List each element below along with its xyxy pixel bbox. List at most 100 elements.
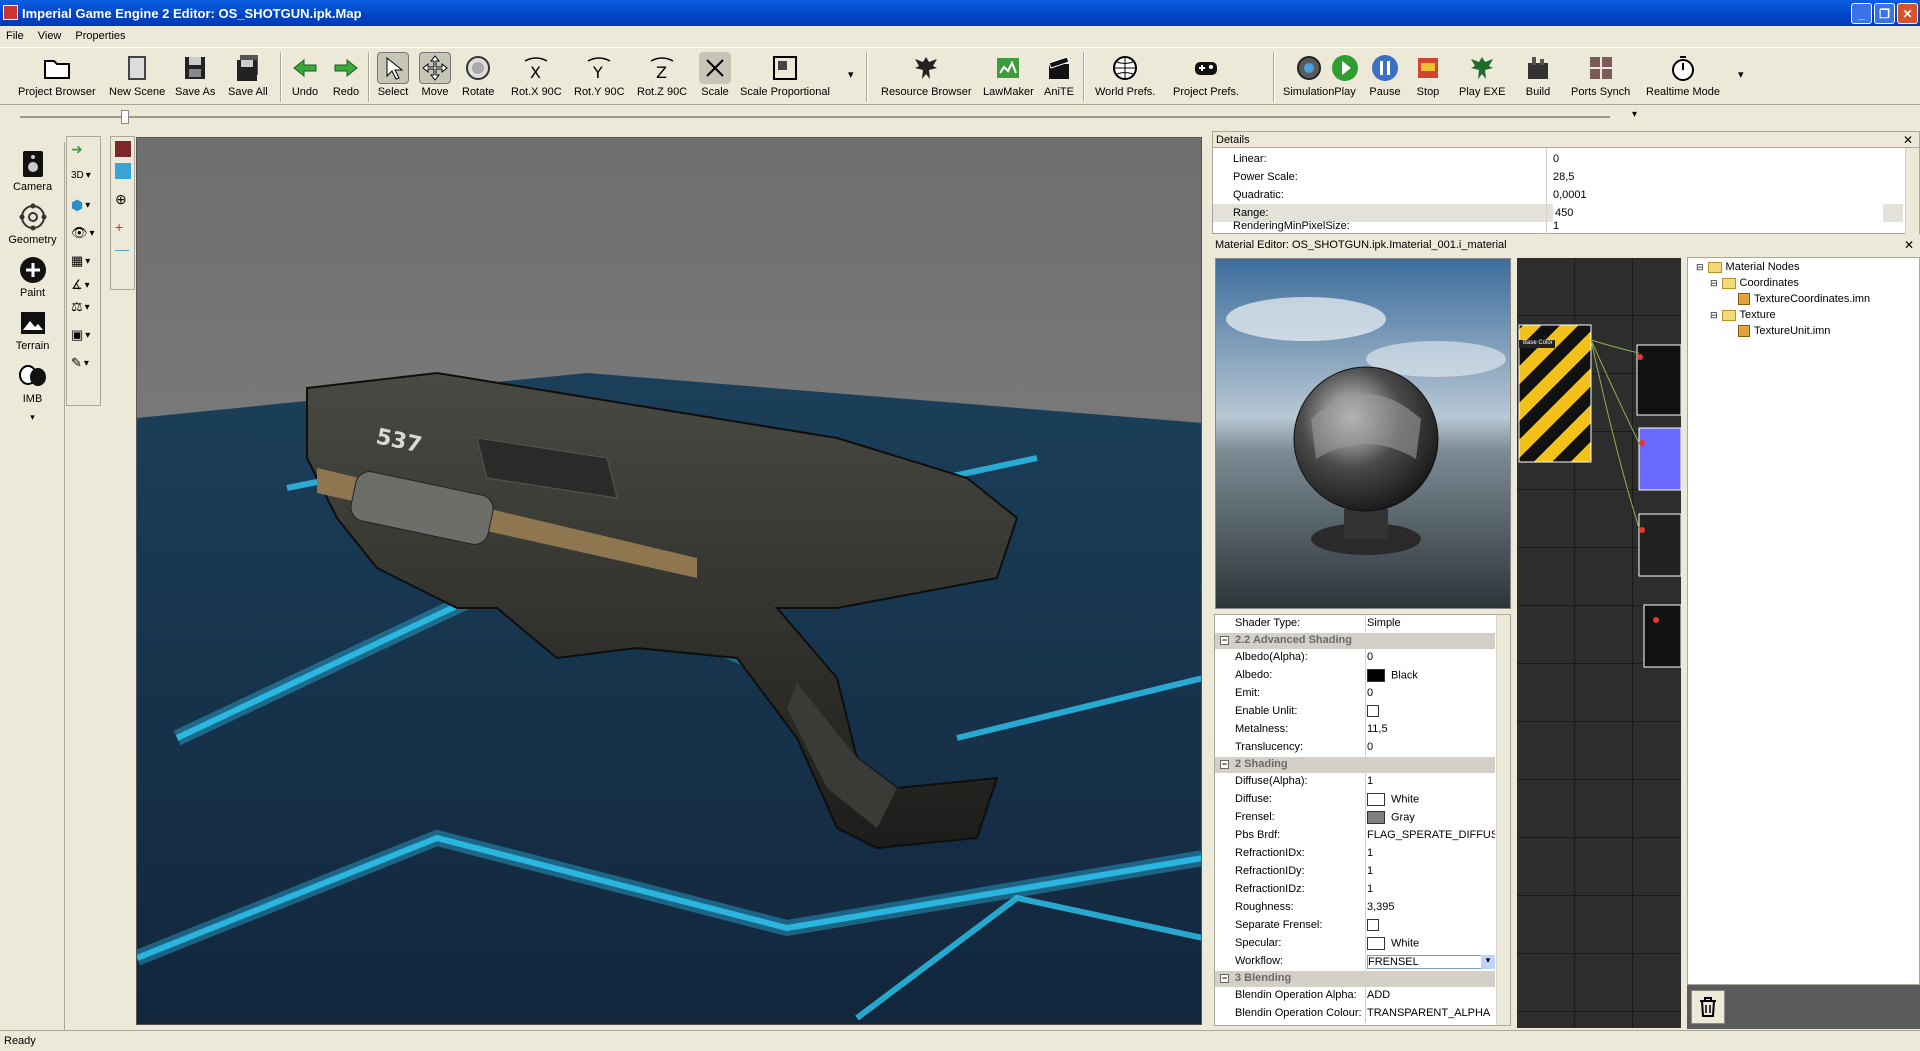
view-mode-select[interactable]: 3D ▾ — [71, 170, 91, 181]
separate-frensel-checkbox[interactable] — [1367, 919, 1379, 931]
group-header[interactable]: −2 Shading — [1215, 757, 1495, 773]
paint-tool[interactable]: Paint — [0, 253, 65, 299]
camera-tool[interactable]: Camera — [0, 147, 65, 193]
property-value[interactable]: 1 — [1367, 865, 1495, 877]
pause-button[interactable]: Pause — [1369, 52, 1401, 98]
details-value[interactable]: 0 — [1553, 150, 1559, 168]
collapse-icon[interactable]: ⊟ — [1710, 278, 1718, 289]
rot-y-button[interactable]: Y Rot.Y 90C — [574, 52, 625, 98]
collapse-icon[interactable]: − — [1220, 974, 1229, 983]
rotate-button[interactable]: Rotate — [462, 52, 494, 98]
range-input[interactable]: 450 — [1553, 204, 1883, 222]
property-value[interactable]: 0 — [1367, 651, 1495, 663]
play-button[interactable]: Play — [1329, 52, 1361, 98]
project-browser-button[interactable]: Project Browser — [18, 52, 96, 98]
image-tool[interactable]: ▣ ▾ — [71, 327, 90, 343]
minus-tool[interactable]: — — [115, 241, 129, 257]
node-graph[interactable]: Base Color — [1517, 258, 1681, 1028]
collapse-icon[interactable]: − — [1220, 760, 1229, 769]
build-button[interactable]: Build — [1522, 52, 1554, 98]
scale-button[interactable]: Scale — [699, 52, 731, 98]
delete-button[interactable] — [1691, 990, 1725, 1024]
grid-tool[interactable]: ▦ ▾ — [71, 253, 90, 269]
rot-z-button[interactable]: Z Rot.Z 90C — [637, 52, 687, 98]
3d-viewport[interactable]: 537 — [136, 137, 1202, 1025]
restore-button[interactable]: ❐ — [1874, 3, 1895, 24]
group-header[interactable]: −3 Blending — [1215, 971, 1495, 987]
tree-folder[interactable]: ⊟ Texture — [1710, 309, 1776, 321]
property-value[interactable]: 3,395 — [1367, 901, 1495, 913]
play-exe-button[interactable]: Play EXE — [1459, 52, 1505, 98]
timeline-dropdown[interactable]: ▾ — [1632, 109, 1637, 120]
save-all-button[interactable]: Save All — [228, 52, 268, 98]
workflow-select[interactable]: FRENSEL — [1367, 955, 1495, 969]
color-swatch[interactable] — [1367, 937, 1385, 950]
resource-browser-button[interactable]: Resource Browser — [881, 52, 971, 98]
angle-tool[interactable]: ∡ ▾ — [71, 277, 90, 293]
tree-item[interactable]: TextureUnit.imn — [1738, 325, 1830, 337]
material-preview[interactable] — [1215, 258, 1511, 609]
anite-button[interactable]: AniTE — [1043, 52, 1075, 98]
menu-view[interactable]: View — [38, 30, 62, 42]
refresh-tool[interactable]: ➜ — [71, 141, 83, 158]
stop-button[interactable]: Stop — [1412, 52, 1444, 98]
new-scene-button[interactable]: New Scene — [109, 52, 165, 98]
target-tool[interactable]: ⊕ — [115, 191, 127, 208]
property-value[interactable]: 1 — [1367, 775, 1495, 787]
toolbar-overflow-2[interactable]: ▾ — [1738, 68, 1744, 81]
details-value[interactable]: 1 — [1553, 220, 1559, 232]
details-close-button[interactable]: ✕ — [1903, 133, 1913, 147]
collapse-icon[interactable]: ⊟ — [1710, 310, 1718, 321]
imb-tool[interactable]: IMB — [0, 359, 65, 405]
geometry-tool[interactable]: Geometry — [0, 200, 65, 246]
project-prefs-button[interactable]: Project Prefs. — [1173, 52, 1239, 98]
redo-button[interactable]: Redo — [330, 52, 362, 98]
plus-tool[interactable]: + — [115, 219, 123, 235]
property-value[interactable]: 0 — [1367, 741, 1495, 753]
property-value[interactable]: 1 — [1367, 883, 1495, 895]
collapse-icon[interactable]: − — [1220, 636, 1229, 645]
enable-unlit-checkbox[interactable] — [1367, 705, 1379, 717]
chevron-down-icon[interactable]: ▾ — [1481, 955, 1495, 969]
property-value[interactable]: Black — [1367, 669, 1495, 682]
world-prefs-button[interactable]: World Prefs. — [1095, 52, 1155, 98]
terrain-tool[interactable]: Terrain — [0, 306, 65, 352]
visibility-tool[interactable]: 👁 ▾ — [71, 225, 95, 241]
lawmaker-button[interactable]: LawMaker — [983, 52, 1034, 98]
balance-tool[interactable]: ⚖ ▾ — [71, 299, 90, 315]
material-editor-close-button[interactable]: ✕ — [1904, 238, 1914, 252]
property-value[interactable]: White — [1367, 937, 1495, 950]
property-value[interactable]: 0 — [1367, 687, 1495, 699]
select-button[interactable]: Select — [377, 52, 409, 98]
tree-item[interactable]: TextureCoordinates.imn — [1738, 293, 1870, 305]
undo-button[interactable]: Undo — [289, 52, 321, 98]
details-value[interactable]: 28,5 — [1553, 168, 1574, 186]
move-button[interactable]: Move — [419, 52, 451, 98]
eraser-tool[interactable]: ✎ ▾ — [71, 355, 89, 371]
shading-tool[interactable]: ⬢ ▾ — [71, 197, 90, 214]
color-swatch[interactable] — [1367, 669, 1385, 682]
property-value[interactable]: FLAG_SPERATE_DIFFUSE_ — [1367, 829, 1495, 841]
details-value[interactable]: 0,0001 — [1553, 186, 1587, 204]
tree-folder[interactable]: ⊟ Coordinates — [1710, 277, 1799, 289]
play-preview-tool[interactable] — [115, 163, 131, 179]
color-swatch[interactable] — [1367, 793, 1385, 806]
color-swatch[interactable] — [1367, 811, 1385, 824]
color-tool[interactable] — [115, 141, 131, 157]
menu-properties[interactable]: Properties — [75, 30, 125, 42]
property-value[interactable]: 1 — [1367, 847, 1495, 859]
details-scrollbar[interactable] — [1905, 148, 1919, 234]
property-value[interactable]: ADD — [1367, 989, 1495, 1001]
property-value[interactable]: Gray — [1367, 811, 1495, 824]
property-value[interactable]: TRANSPARENT_ALPHA — [1367, 1007, 1495, 1019]
property-value[interactable]: White — [1367, 793, 1495, 806]
timeline-thumb[interactable] — [121, 110, 129, 124]
ports-synch-button[interactable]: Ports Synch — [1571, 52, 1630, 98]
properties-scrollbar[interactable] — [1496, 615, 1510, 1025]
left-panel-expand[interactable]: ▾ — [0, 412, 65, 423]
save-as-button[interactable]: Save As — [175, 52, 215, 98]
property-value[interactable]: 11,5 — [1367, 723, 1495, 735]
scale-proportional-button[interactable]: Scale Proportional — [740, 52, 830, 98]
group-header[interactable]: −2.2 Advanced Shading — [1215, 633, 1495, 649]
rot-x-button[interactable]: X Rot.X 90C — [511, 52, 562, 98]
